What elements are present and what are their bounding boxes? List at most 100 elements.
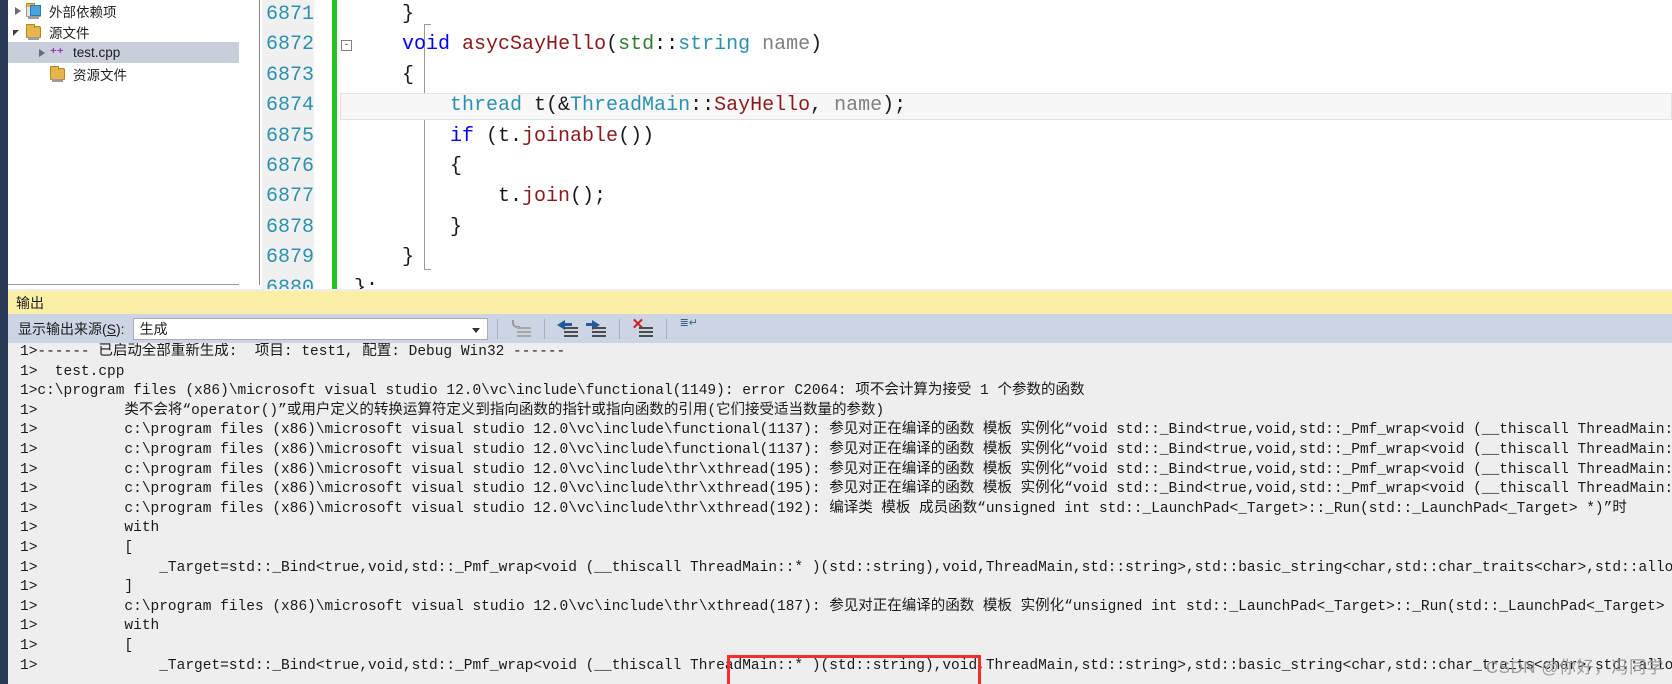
code-line-text: { (354, 61, 414, 91)
output-line: 1> _Target=std::_Bind<true,void,std::_Pm… (20, 559, 1672, 576)
collapse-region-icon[interactable]: - (341, 40, 352, 52)
code-token: joinable (522, 124, 619, 148)
code-line[interactable]: 6880}; (262, 274, 1672, 289)
line-number: 6877 (265, 185, 314, 209)
code-token: void (402, 33, 451, 57)
output-source-label: 显示输出来源(S): (18, 319, 125, 339)
panel-splitter[interactable] (239, 0, 260, 285)
tree-item-label: 资源文件 (73, 67, 127, 83)
lines-glyph-icon (591, 325, 606, 337)
line-number: 6874 (265, 94, 314, 118)
output-text-area[interactable]: 1>------ 已启动全部重新生成: 项目: test1, 配置: Debug… (8, 343, 1672, 684)
line-number: 6875 (265, 124, 314, 148)
toolbar-separator (665, 318, 667, 339)
code-token: t. (354, 185, 523, 209)
code-line[interactable]: 6877 t.join(); (262, 182, 1672, 212)
lines-glyph-icon (516, 325, 531, 337)
code-line-list: 6871 } 6872- void asycSayHello(std::strin… (262, 0, 1672, 289)
code-token: { (354, 154, 463, 178)
code-line[interactable]: 6879 } (262, 243, 1672, 273)
code-line-text: }; (354, 274, 378, 289)
code-line[interactable]: 6872 - void asycSayHello(std::string name… (262, 30, 1672, 60)
output-line: 1> c:\program files (x86)\microsoft visu… (20, 422, 1672, 439)
tree-item-label: test.cpp (73, 45, 121, 60)
tree-item-3[interactable]: ⁺⁺ test.cpp (8, 42, 239, 63)
toolbar-separator (618, 318, 620, 339)
line-number: 6879 (265, 246, 314, 270)
output-line: 1> _Target=std::_Bind<true,void,std::_Pm… (20, 657, 1672, 674)
window-left-rail (0, 0, 8, 289)
code-line-text: if (t.joinable()) (354, 122, 654, 152)
code-line[interactable]: 6875 if (t.joinable()) (262, 122, 1672, 152)
solution-explorer-panel: 外部依赖项源文件 ⁺⁺ test.cpp 资源文件 (8, 0, 239, 285)
code-token: ) (810, 33, 823, 57)
output-source-value: 生成 (139, 320, 168, 337)
next-message-button[interactable] (584, 317, 608, 341)
code-token: ( (606, 33, 619, 57)
code-token: if (450, 124, 475, 148)
output-line: 1> c:\program files (x86)\microsoft visu… (20, 441, 1672, 458)
toggle-word-wrap-button[interactable]: ≣↵ (678, 317, 702, 341)
toolbar-separator (496, 318, 498, 339)
clear-all-button[interactable]: ✕ (631, 317, 655, 341)
tree-item-2[interactable]: 源文件 (8, 21, 239, 42)
line-number: 6876 (265, 154, 314, 178)
code-token: , (810, 94, 835, 118)
code-token: thread (450, 94, 523, 118)
output-line: 1>------ 已启动全部重新生成: 项目: test1, 配置: Debug… (20, 344, 566, 360)
output-source-dropdown[interactable]: 生成 (132, 317, 488, 340)
folder-glyph (50, 65, 65, 82)
output-line: 1> test.cpp (20, 363, 125, 380)
cpp-plus-plus-glyph: ⁺⁺ (50, 44, 64, 60)
code-token: t(& (522, 94, 571, 118)
code-token: } (354, 3, 415, 26)
code-line[interactable]: 6878 } (262, 213, 1672, 243)
toolbar-separator (543, 318, 545, 339)
code-token: :: (690, 94, 715, 118)
tree-item-label: 外部依赖项 (49, 4, 117, 20)
output-panel-title: 输出 (16, 294, 44, 311)
output-line: 1> [ (20, 539, 134, 556)
output-line: 1> c:\program files (x86)\microsoft visu… (20, 500, 1627, 517)
word-wrap-icon: ≣↵ (679, 317, 699, 330)
output-left-rail (0, 289, 8, 684)
code-token: SayHello (714, 94, 811, 118)
code-line[interactable]: 6873 { (262, 61, 1672, 91)
code-token: } (354, 215, 463, 239)
code-line-text: t.join(); (354, 182, 606, 212)
code-token: (); (570, 185, 607, 209)
tree-item-1[interactable]: 外部依赖项 (8, 0, 239, 21)
output-line: 1> c:\program files (x86)\microsoft visu… (20, 461, 1672, 478)
dependency-badge-glyph (30, 4, 41, 16)
output-line: 1> c:\program files (x86)\microsoft visu… (20, 598, 1672, 615)
upper-workspace: 外部依赖项源文件 ⁺⁺ test.cpp 资源文件 6871 } 6872 - void … (0, 0, 1672, 289)
code-token: ()) (618, 124, 655, 148)
code-line-text: } (354, 213, 462, 243)
output-line: 1>c:\program files (x86)\microsoft visua… (20, 383, 1085, 400)
code-line[interactable]: 6876 { (262, 152, 1672, 182)
tree-item-label: 源文件 (49, 25, 90, 41)
output-line: 1> 类不会将“operator()”或用户定义的转换运算符定义到指向函数的指针… (20, 402, 885, 419)
output-panel-title-bar[interactable]: 输出 (8, 291, 1672, 314)
tree-item-4[interactable]: 资源文件 (8, 63, 239, 84)
go-to-message-button[interactable] (509, 317, 533, 341)
previous-message-button[interactable] (556, 317, 580, 341)
code-token: ); (882, 94, 907, 118)
code-line-text: thread t(&ThreadMain::SayHello, name); (354, 91, 906, 121)
output-line: 1> [ (20, 637, 134, 654)
code-line[interactable]: 6874 thread t(&ThreadMain::SayHello, nam… (262, 91, 1672, 121)
code-editor-panel[interactable]: 6871 } 6872- void asycSayHello(std::strin… (262, 0, 1672, 289)
code-line[interactable]: 6871 } (262, 0, 1672, 30)
chevron-down-icon (471, 327, 480, 333)
chevron-down-icon[interactable] (8, 27, 24, 36)
chevron-right-icon[interactable] (32, 49, 48, 57)
source-label-accel: S (106, 320, 117, 337)
code-token: } (354, 246, 415, 270)
watermark-text: CSDN @你好，冯同学 (1485, 658, 1664, 677)
source-label-suffix: ): (116, 320, 125, 337)
chevron-right-icon[interactable] (8, 7, 24, 15)
